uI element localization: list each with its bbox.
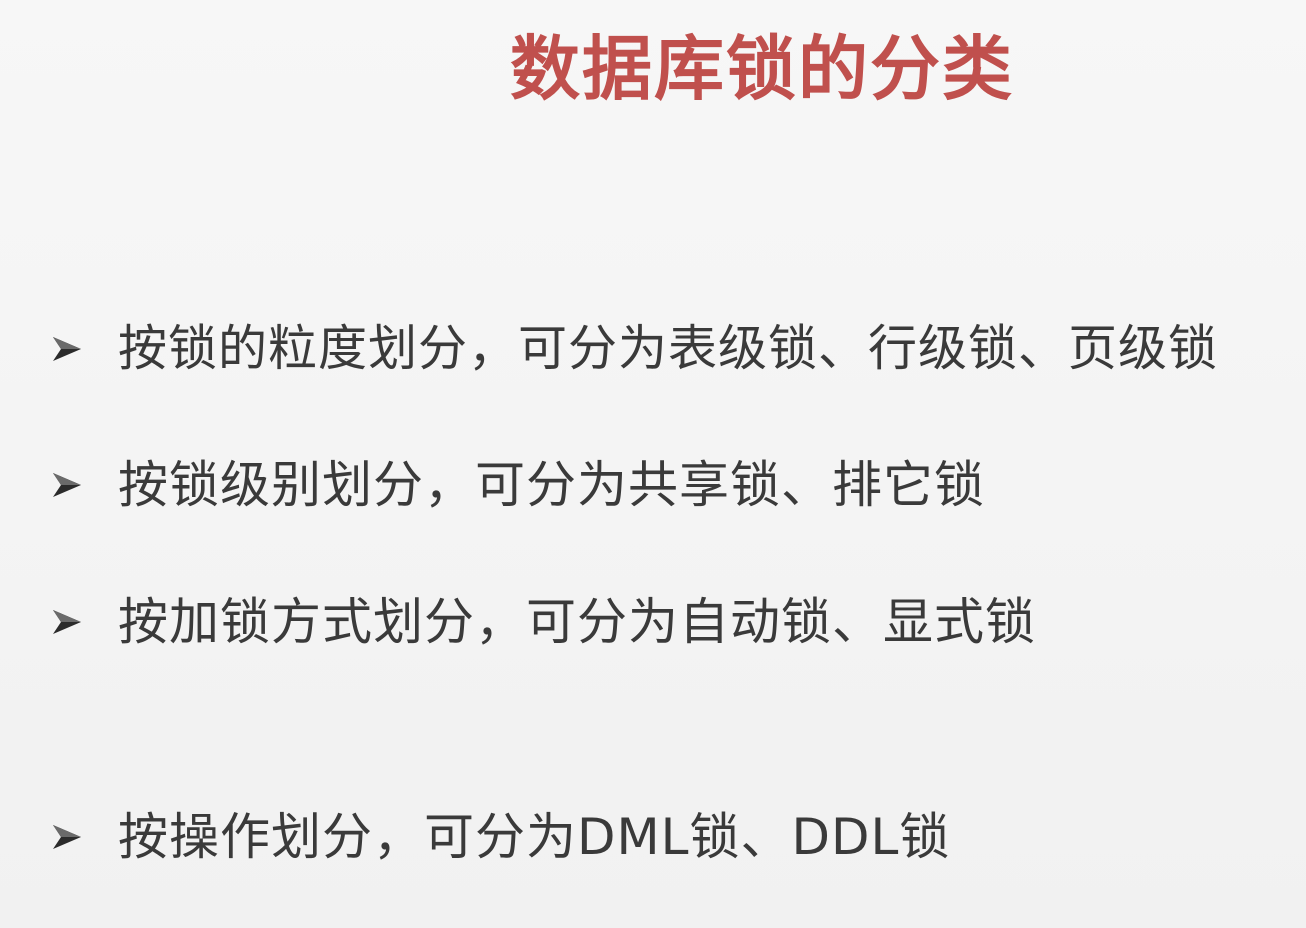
bullet-text: 按操作划分，可分为DML锁、DDL锁 <box>118 808 951 866</box>
slide: 数据库锁的分类 按锁的粒度划分，可分为表级锁、行级锁、页级锁 按锁级别划分，可分… <box>0 0 1306 928</box>
slide-title: 数据库锁的分类 <box>510 28 1014 110</box>
arrow-bullet-icon <box>50 332 84 366</box>
arrow-bullet-icon <box>50 820 84 854</box>
bullet-item: 按锁的粒度划分，可分为表级锁、行级锁、页级锁 <box>50 324 1218 373</box>
bullet-text: 按锁的粒度划分，可分为表级锁、行级锁、页级锁 <box>118 320 1219 377</box>
bullet-item: 按操作划分，可分为DML锁、DDL锁 <box>50 812 950 862</box>
bullet-text: 按锁级别划分，可分为共享锁、排它锁 <box>118 456 985 514</box>
arrow-bullet-icon <box>50 605 84 639</box>
bullet-item: 按锁级别划分，可分为共享锁、排它锁 <box>50 460 985 510</box>
bullet-text: 按加锁方式划分，可分为自动锁、显式锁 <box>118 593 1036 651</box>
bullet-item: 按加锁方式划分，可分为自动锁、显式锁 <box>50 597 1036 647</box>
arrow-bullet-icon <box>50 468 84 502</box>
